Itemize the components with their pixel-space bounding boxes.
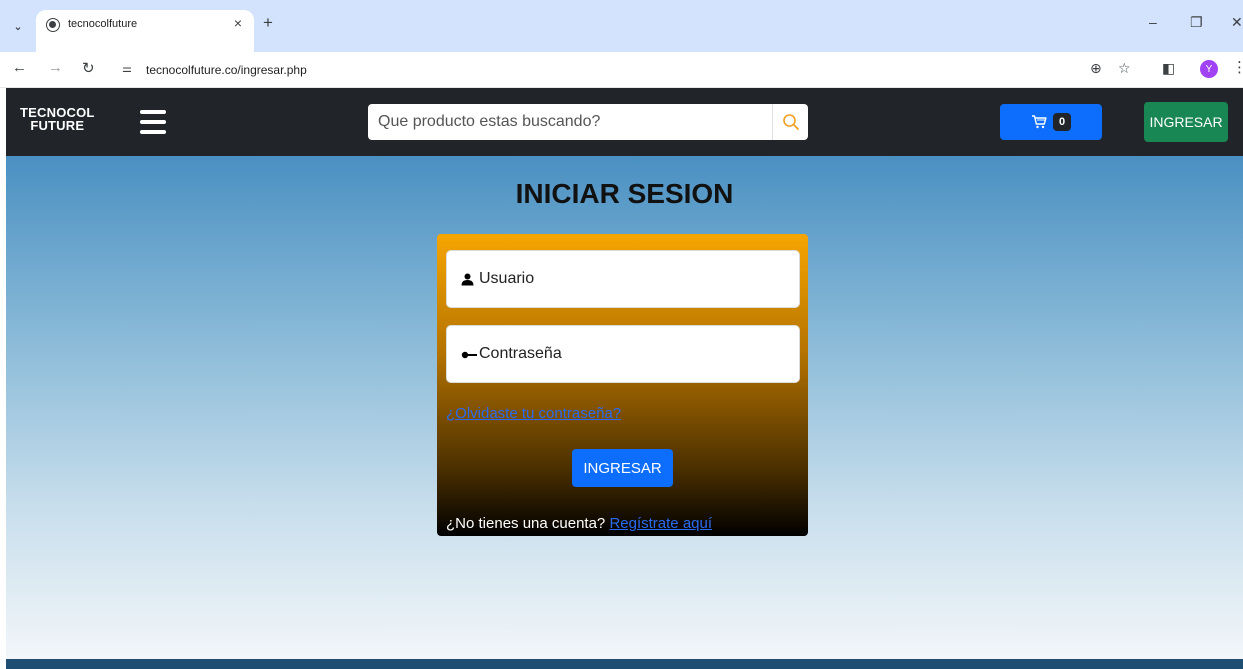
cart-count-badge: 0 [1052, 113, 1072, 131]
cart-icon [1031, 115, 1047, 129]
search-box [368, 104, 808, 140]
search-input[interactable] [368, 104, 772, 140]
forward-icon[interactable]: → [48, 59, 63, 76]
new-tab-button[interactable]: + [263, 13, 273, 33]
tab-strip: ⌄ tecnocolfuture × + – ❐ ✕ [0, 0, 1243, 52]
login-card: ¿Olvidaste tu contraseña? INGRESAR ¿No t… [437, 234, 808, 536]
menu-icon[interactable]: ⋮ [1232, 58, 1243, 76]
password-input[interactable] [479, 326, 789, 382]
restore-icon[interactable]: ❐ [1190, 14, 1203, 31]
minimize-icon[interactable]: – [1149, 14, 1157, 30]
globe-icon [46, 18, 60, 32]
tab-close-icon[interactable]: × [234, 15, 242, 31]
cart-button[interactable]: 0 [1000, 104, 1102, 140]
search-icon [782, 114, 799, 130]
browser-toolbar: ← → ↻ ⚌ tecnocolfuture.co/ingresar.php ⊕… [0, 52, 1243, 88]
login-submit-button[interactable]: INGRESAR [572, 449, 673, 487]
register-link[interactable]: Regístrate aquí [609, 515, 712, 532]
site-header: TECNOCOL FUTURE 0 INGRESAR [6, 88, 1243, 156]
browser-window: ⌄ tecnocolfuture × + – ❐ ✕ ← → ↻ ⚌ tecno… [0, 0, 1243, 669]
tab-list-icon[interactable]: ⌄ [9, 17, 27, 35]
password-field[interactable] [446, 325, 800, 383]
address-bar[interactable]: ⚌ tecnocolfuture.co/ingresar.php [114, 56, 1144, 84]
browser-tab[interactable]: tecnocolfuture × [36, 10, 254, 52]
forgot-password-link[interactable]: ¿Olvidaste tu contraseña? [446, 405, 621, 422]
user-icon [461, 273, 474, 286]
back-icon[interactable]: ← [12, 59, 27, 76]
side-panel-icon[interactable]: ◧ [1162, 60, 1175, 77]
close-window-icon[interactable]: ✕ [1231, 14, 1243, 31]
url-text[interactable]: tecnocolfuture.co/ingresar.php [146, 63, 307, 77]
site-settings-icon[interactable]: ⚌ [122, 62, 132, 75]
viewport-edge [0, 88, 6, 669]
site-logo[interactable]: TECNOCOL FUTURE [20, 106, 95, 132]
hamburger-menu-icon[interactable] [140, 110, 166, 134]
reload-icon[interactable]: ↻ [82, 59, 95, 77]
header-login-button[interactable]: INGRESAR [1144, 102, 1228, 142]
no-account-text: ¿No tienes una cuenta? [446, 515, 606, 532]
tab-title: tecnocolfuture [68, 18, 138, 30]
username-input[interactable] [479, 251, 789, 307]
key-icon [461, 351, 477, 359]
zoom-icon[interactable]: ⊕ [1090, 60, 1102, 77]
register-prompt: ¿No tienes una cuenta? Regístrate aquí [446, 515, 712, 532]
logo-line-2: FUTURE [30, 118, 85, 133]
footer-bar [6, 659, 1243, 669]
profile-avatar[interactable]: Y [1200, 60, 1218, 78]
star-icon[interactable]: ☆ [1118, 60, 1131, 77]
username-field[interactable] [446, 250, 800, 308]
page-title: INICIAR SESION [515, 178, 734, 209]
search-button[interactable] [772, 104, 808, 140]
main-content: INICIAR SESION ¿Olvidaste tu contraseña?… [6, 156, 1243, 659]
